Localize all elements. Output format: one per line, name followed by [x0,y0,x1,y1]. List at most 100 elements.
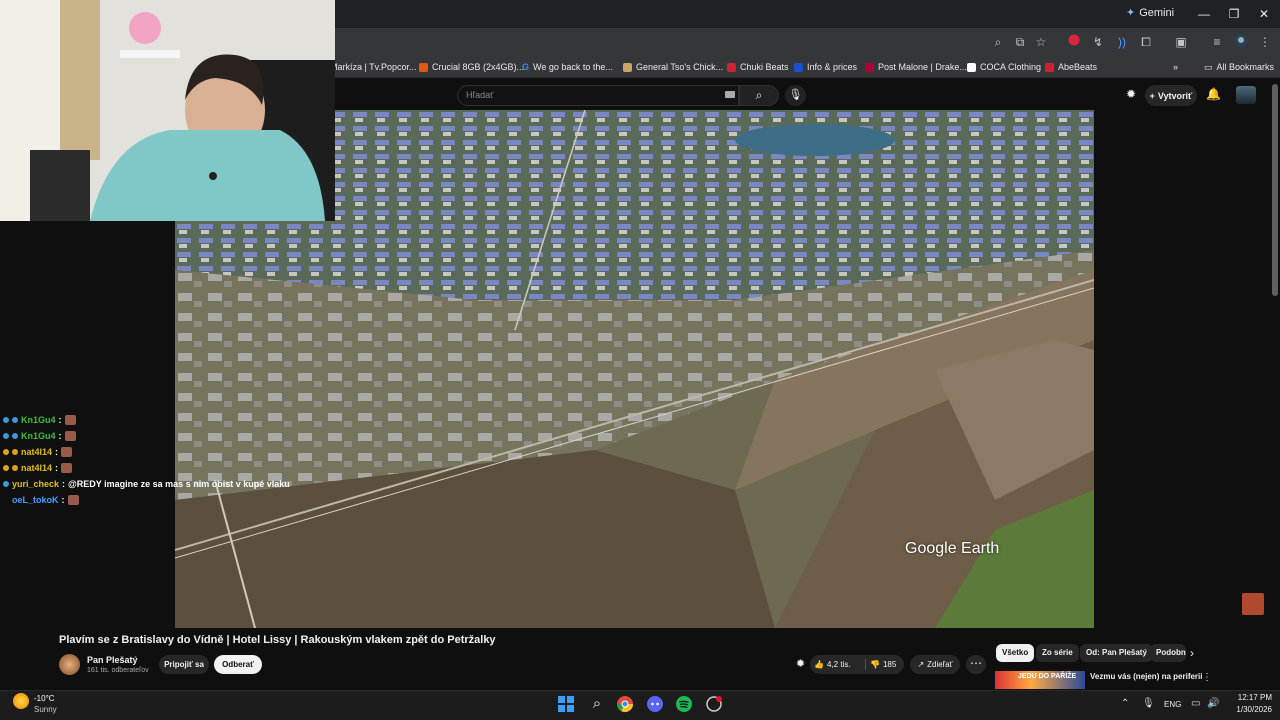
ask-ai-button[interactable]: ✹ [791,655,810,674]
chat-emote [61,447,73,457]
chat-badge [3,481,9,487]
chat-badge [3,433,9,439]
share-button[interactable]: ↗ Zdieľať [910,655,960,674]
bookmark-item[interactable]: Post Malone | Drake... [865,60,967,74]
channel-avatar[interactable] [59,654,80,675]
profile-avatar-icon[interactable] [1233,34,1249,50]
gemini-label: Gemini [1139,6,1175,19]
create-button[interactable]: + Vytvoriť [1145,85,1197,106]
bookmark-item[interactable]: Chuki Beats [727,60,789,74]
chat-badge [3,465,9,471]
language-indicator[interactable]: ENG [1164,700,1181,709]
extensions-puzzle-icon[interactable]: ⧠ [1138,34,1154,50]
microphone-tray-icon[interactable]: 🎙 [1142,698,1155,709]
chat-badge [12,433,18,439]
chat-separator: : [55,463,59,473]
voice-search-button[interactable]: 🎙 [785,85,806,106]
weather-temperature[interactable]: -10°C [34,694,55,703]
keyboard-icon[interactable] [725,91,735,98]
chat-emote [64,415,76,425]
bookmarks-overflow-icon[interactable]: » [1173,60,1178,74]
extension-blue-icon[interactable]: )) [1114,34,1130,50]
bookmark-label: Post Malone | Drake... [878,62,967,72]
thumbs-down-icon: 👎 [870,660,880,669]
search-taskbar-icon[interactable]: ⌕ [587,695,607,715]
side-panel-icon[interactable]: ▣ [1173,34,1189,50]
extension-red-icon[interactable] [1066,34,1082,50]
channel-name[interactable]: Pan Plešatý [87,655,138,665]
bookmark-item[interactable]: AbeBeats [1045,60,1097,74]
more-actions-button[interactable]: ⋯ [966,655,986,674]
dislike-button[interactable]: 👎 185 [870,655,896,674]
discord-taskbar-icon[interactable] [646,695,666,715]
recommended-title[interactable]: Vezmu vás (nejen) na periferii [1090,672,1202,681]
weather-condition[interactable]: Sunny [34,705,57,714]
restore-button[interactable]: ❐ [1220,4,1248,24]
spotify-taskbar-icon[interactable] [675,695,695,715]
page-scrollbar[interactable] [1272,84,1278,296]
bookmark-item[interactable]: Crucial 8GB (2x4GB)... [419,60,524,74]
gemini-icon: ✦ [1126,7,1136,19]
extension-grey-icon[interactable]: ↯ [1090,34,1106,50]
video-title: Plavím se z Bratislavy do Vídně | Hotel … [59,634,496,646]
zoom-icon[interactable]: ⌕ [990,34,1006,50]
tray-overflow-icon[interactable]: ⌃ [1121,698,1129,709]
chip-from-channel[interactable]: Od: Pan Plešatý [1080,644,1153,662]
ai-sparkle-icon[interactable]: ✹ [1126,87,1136,101]
windows-taskbar [0,690,1280,720]
webcam-feed [0,0,335,221]
gemini-button[interactable]: ✦ Gemini [1126,6,1175,20]
chip-all[interactable]: Všetko [996,644,1035,662]
bookmark-item[interactable]: COCA Clothing [967,60,1041,74]
plus-icon: + [1149,90,1155,101]
chat-message: Kn1Gu4: [3,415,76,425]
volume-icon[interactable]: 🔊 [1207,698,1219,709]
like-button[interactable]: 👍 4,2 tis. [814,655,851,674]
app-taskbar-icon[interactable] [705,695,725,715]
chat-badge [12,465,18,471]
chat-message: nat4l14: [3,447,73,457]
bookmark-item[interactable]: Markíza | Tv.Popcor... [330,60,417,74]
bookmark-item[interactable]: General Tso's Chick... [623,60,723,74]
account-avatar[interactable] [1236,86,1256,104]
recommended-more-icon[interactable]: ⋮ [1202,672,1212,683]
clock-date[interactable]: 1/30/2026 [1226,705,1272,714]
bookmark-item[interactable]: G We go back to the... [522,60,613,74]
clock-time[interactable]: 12:17 PM [1226,693,1272,702]
share-icon: ↗ [917,660,925,669]
chat-username: Kn1Gu4 [21,415,56,425]
minimize-button[interactable]: — [1190,4,1218,24]
subscriber-count: 161 tis. odberateľov [87,667,149,674]
chrome-menu-icon[interactable]: ⋮ [1257,34,1273,50]
start-icon[interactable] [557,695,577,715]
weather-icon[interactable] [13,693,29,709]
bookmark-label: COCA Clothing [980,62,1042,72]
dislike-count: 185 [882,660,897,669]
chat-emote [64,431,76,441]
chip-series[interactable]: Zo série [1036,644,1079,662]
chrome-taskbar-icon[interactable] [616,695,636,715]
chat-username: Kn1Gu4 [21,431,56,441]
google-earth-watermark: Google Earth [905,540,1000,557]
chat-username: nat4l14 [21,463,53,473]
chevron-right-icon[interactable]: › [1190,646,1194,660]
bookmark-item[interactable]: Info & prices [794,60,857,74]
bookmark-favicon [727,62,736,72]
chat-badge [12,417,18,423]
search-button[interactable]: ⌕ [739,85,779,106]
subscribe-button[interactable]: Odberať [214,655,262,674]
bookmark-star-icon[interactable]: ☆ [1033,34,1049,50]
reading-list-icon[interactable]: ≡ [1209,34,1225,50]
search-input[interactable]: Hľadať [457,85,739,106]
install-app-icon[interactable]: ⧉ [1012,34,1028,50]
join-button[interactable]: Pripojiť sa [159,655,209,674]
bookmark-favicon [967,62,976,72]
chip-related[interactable]: Podobn [1150,644,1186,662]
chat-message: yuri_check: @REDY imagine ze sa mas s ni… [3,479,290,489]
notifications-bell-icon[interactable]: 🔔 [1206,87,1221,101]
close-button[interactable]: ✕ [1250,4,1278,24]
network-icon[interactable]: ▭ [1191,698,1200,709]
all-bookmarks[interactable]: ▭ All Bookmarks [1204,60,1274,74]
chat-separator: : [62,479,66,489]
chat-separator: : [58,431,62,441]
